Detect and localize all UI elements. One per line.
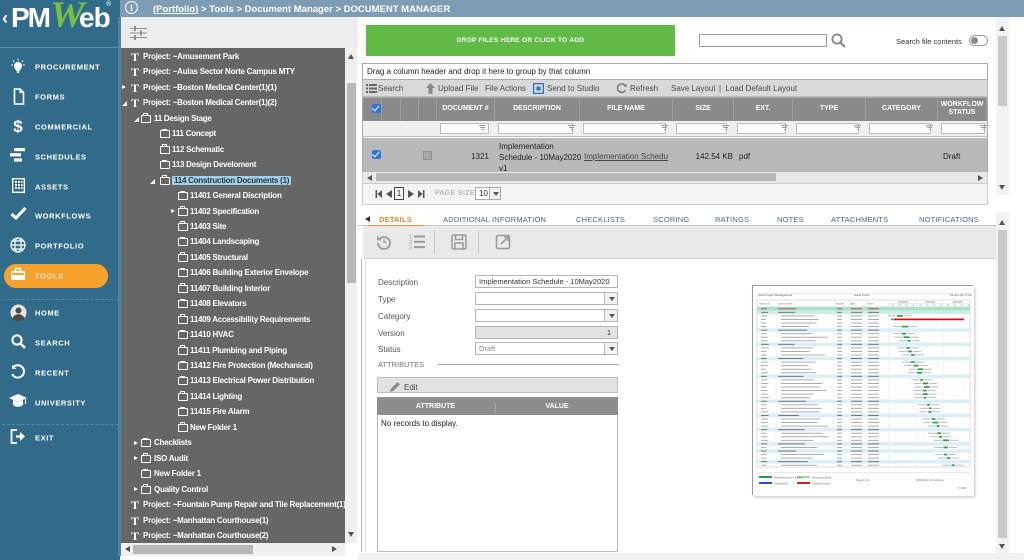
svg-text:Page 1 of 1: Page 1 of 1	[856, 478, 870, 482]
svg-text:Actual Work: Actual Work	[774, 481, 789, 485]
svg-text:TASK filter: All Activities: TASK filter: All Activities	[916, 478, 944, 482]
svg-text:3: 3	[409, 246, 412, 251]
svg-text:Start: Start	[850, 303, 855, 306]
svg-text:Remaining Level of Effort: Remaining Level of Effort	[774, 475, 803, 479]
svg-text:Orig Dur: Orig Dur	[835, 303, 844, 306]
svg-text:© 2003: © 2003	[958, 486, 967, 490]
svg-text:Finish: Finish	[867, 303, 874, 306]
svg-text:Activity Name: Activity Name	[778, 303, 793, 306]
svg-text:Activity ID: Activity ID	[759, 303, 770, 306]
svg-text:Remaining Work: Remaining Work	[812, 475, 832, 479]
svg-text:Critical Remaini...: Critical Remaini...	[812, 481, 833, 485]
